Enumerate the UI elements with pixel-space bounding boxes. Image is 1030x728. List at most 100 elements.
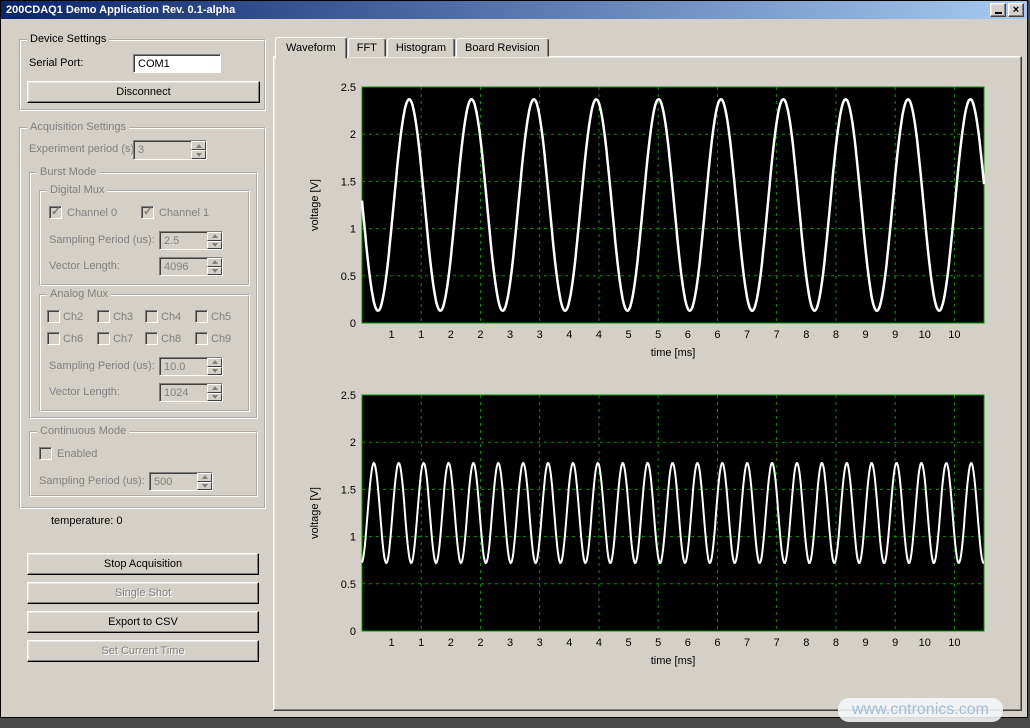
watermark: www.cntronics.com (838, 698, 1003, 722)
ch6-label: Ch6 (63, 333, 83, 346)
svg-text:0: 0 (350, 318, 356, 330)
title-bar-buttons: × (988, 3, 1024, 17)
ch6-checkbox (47, 332, 60, 345)
ch7-checkbox (97, 332, 110, 345)
spin-down-button (207, 393, 222, 402)
ch4-checkbox (145, 310, 158, 323)
spin-down-button (207, 267, 222, 276)
device-settings-legend: Device Settings (27, 33, 109, 46)
continuous-enabled-label: Enabled (57, 448, 97, 461)
title-bar: 200CDAQ1 Demo Application Rev. 0.1-alpha… (1, 1, 1027, 19)
tab-strip: Waveform FFT Histogram Board Revision (275, 37, 550, 57)
app-window: 200CDAQ1 Demo Application Rev. 0.1-alpha… (0, 0, 1028, 718)
spin-down-button (207, 367, 222, 376)
spin-down-icon (212, 269, 218, 273)
spin-up-icon (196, 144, 202, 148)
spin-down-button (207, 241, 222, 250)
channel-0-checkbox (49, 206, 62, 219)
svg-text:3: 3 (507, 329, 513, 341)
svg-text:6: 6 (685, 329, 691, 341)
spin-up-button (207, 258, 222, 267)
continuous-sampling-period-label: Sampling Period (us): (39, 475, 145, 488)
spin-down-icon (196, 153, 202, 157)
svg-text:6: 6 (714, 637, 720, 649)
svg-text:2: 2 (350, 129, 356, 141)
continuous-mode-group: Continuous Mode Enabled Sampling Period … (29, 431, 258, 497)
svg-text:7: 7 (774, 329, 780, 341)
svg-text:1: 1 (350, 224, 356, 236)
svg-text:1.5: 1.5 (341, 484, 356, 496)
serial-port-label: Serial Port: (29, 57, 83, 70)
ch4-label: Ch4 (161, 311, 181, 324)
svg-text:10: 10 (948, 329, 960, 341)
svg-text:4: 4 (596, 329, 602, 341)
spin-up-button (207, 384, 222, 393)
spin-down-icon (212, 395, 218, 399)
continuous-sampling-period-spinner: 500 (149, 472, 213, 491)
export-csv-button[interactable]: Export to CSV (27, 611, 259, 633)
svg-text:5: 5 (626, 637, 632, 649)
spin-up-icon (212, 360, 218, 364)
temperature-status: temperature: 0 (51, 515, 123, 528)
single-shot-button: Single Shot (27, 582, 259, 604)
analog-mux-legend: Analog Mux (47, 288, 111, 301)
burst-mode-group: Burst Mode Digital Mux Channel 0 Channel… (29, 172, 258, 419)
svg-text:10: 10 (948, 637, 960, 649)
svg-text:6: 6 (714, 329, 720, 341)
ch9-checkbox (195, 332, 208, 345)
svg-text:5: 5 (655, 329, 661, 341)
spin-down-button (197, 482, 212, 491)
svg-text:1: 1 (389, 329, 395, 341)
digital-vector-length-spinner: 4096 (159, 257, 223, 276)
svg-text:2.5: 2.5 (341, 390, 356, 402)
spin-down-icon (202, 484, 208, 488)
digital-vector-length-label: Vector Length: (49, 260, 120, 273)
waveform-chart-bottom: 112233445566778899101000.511.522.5time [… (304, 387, 999, 681)
spin-up-button (197, 473, 212, 482)
tab-fft[interactable]: FFT (348, 38, 386, 57)
ch2-checkbox (47, 310, 60, 323)
ch8-checkbox (145, 332, 158, 345)
ch5-checkbox (195, 310, 208, 323)
stop-acquisition-button[interactable]: Stop Acquisition (27, 553, 259, 575)
experiment-period-spinner: 3 (133, 140, 207, 160)
svg-text:2: 2 (477, 329, 483, 341)
close-button[interactable]: × (1008, 3, 1024, 17)
disconnect-button[interactable]: Disconnect (27, 81, 260, 103)
spin-down-icon (212, 243, 218, 247)
window-title: 200CDAQ1 Demo Application Rev. 0.1-alpha (6, 4, 235, 16)
analog-sampling-period-label: Sampling Period (us): (49, 360, 155, 373)
tab-histogram[interactable]: Histogram (387, 38, 455, 57)
spin-up-icon (202, 475, 208, 479)
digital-sampling-period-label: Sampling Period (us): (49, 234, 155, 247)
svg-text:3: 3 (507, 637, 513, 649)
svg-text:7: 7 (744, 637, 750, 649)
svg-text:8: 8 (833, 329, 839, 341)
digital-mux-legend: Digital Mux (47, 184, 107, 197)
analog-vector-length-value: 1024 (160, 384, 207, 401)
tab-board-revision[interactable]: Board Revision (456, 38, 549, 57)
analog-sampling-period-spinner: 10.0 (159, 357, 223, 376)
ch2-label: Ch2 (63, 311, 83, 324)
channel-1-checkbox (141, 206, 154, 219)
spin-up-icon (212, 260, 218, 264)
svg-text:7: 7 (774, 637, 780, 649)
ch9-label: Ch9 (211, 333, 231, 346)
channel-0-label: Channel 0 (67, 207, 117, 220)
spin-down-button (191, 150, 206, 159)
tab-waveform[interactable]: Waveform (275, 37, 347, 59)
minimize-button[interactable] (990, 3, 1006, 17)
svg-text:2: 2 (448, 329, 454, 341)
svg-text:3: 3 (537, 637, 543, 649)
spin-up-icon (212, 234, 218, 238)
svg-text:0: 0 (350, 626, 356, 638)
channel-1-label: Channel 1 (159, 207, 209, 220)
analog-vector-length-spinner: 1024 (159, 383, 223, 402)
svg-text:4: 4 (566, 329, 572, 341)
acquisition-settings-legend: Acquisition Settings (27, 121, 129, 134)
svg-text:time [ms]: time [ms] (651, 347, 696, 359)
svg-text:10: 10 (919, 329, 931, 341)
ch7-label: Ch7 (113, 333, 133, 346)
svg-text:10: 10 (919, 637, 931, 649)
serial-port-input[interactable] (133, 54, 221, 73)
